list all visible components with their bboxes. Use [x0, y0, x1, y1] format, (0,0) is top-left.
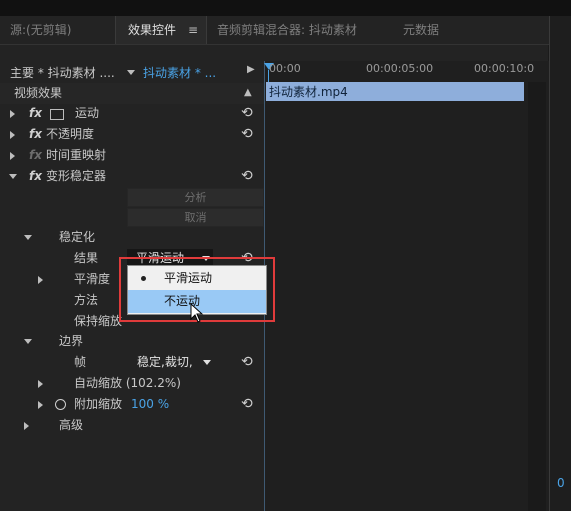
reset-motion-icon[interactable]: ⟲ [241, 103, 253, 124]
panel-menu-icon[interactable]: ≡ [188, 16, 198, 44]
show-timeline-arrow-icon[interactable]: ▶ [247, 64, 255, 75]
tab-effect-controls-label: 效果控件 [128, 23, 177, 37]
framing-select-chevron-down-icon [203, 360, 211, 365]
timeline-scroll-track[interactable] [528, 82, 546, 511]
reset-opacity-icon[interactable]: ⟲ [241, 124, 253, 145]
collapse-warp-stabilizer-icon[interactable] [9, 174, 17, 179]
effect-row-opacity[interactable]: fx 不透明度 ⟲ [0, 124, 264, 145]
transform-box-icon[interactable] [50, 109, 64, 120]
additional-scale-row: 附加缩放 100 % ⟲ [0, 394, 264, 415]
collapse-up-icon[interactable]: ▲ [244, 82, 252, 103]
collapse-stabilization-icon[interactable] [24, 235, 32, 240]
adjacent-panel-edge: 0 [549, 16, 571, 511]
motion-label: 运动 [75, 106, 100, 120]
sequence-clip-label[interactable]: 抖动素材 * ... [143, 64, 216, 81]
expand-auto-scale-icon[interactable] [38, 380, 43, 388]
tab-audio-clip-mixer[interactable]: 音频剪辑混合器: 抖动素材 [217, 16, 357, 44]
advanced-group[interactable]: 高级 [0, 415, 264, 436]
video-effects-header: 视频效果 ▲ [0, 83, 264, 104]
time-remap-label: 时间重映射 [46, 148, 107, 162]
fx-toggle-opacity[interactable]: fx [29, 124, 42, 145]
ruler-time-end: 00:00:10:0 [474, 62, 535, 75]
expand-opacity-icon[interactable] [10, 131, 15, 139]
method-label: 方法 [74, 293, 99, 307]
additional-scale-label: 附加缩放 [74, 397, 123, 411]
framing-row: 帧 稳定,裁切, ⟲ [0, 352, 264, 373]
tab-source[interactable]: 源:(无剪辑) [10, 16, 71, 44]
fx-toggle-time-remap: fx [29, 148, 42, 162]
fx-toggle-warp-stabilizer[interactable]: fx [29, 166, 42, 187]
result-label: 结果 [74, 251, 99, 265]
timeline-clip-name: 抖动素材.mp4 [269, 85, 348, 99]
smoothness-label: 平滑度 [74, 272, 111, 286]
panel-tab-bar: 源:(无剪辑) 效果控件 ≡ 音频剪辑混合器: 抖动素材 元数据 节 [0, 16, 571, 45]
borders-label: 边界 [59, 334, 84, 348]
video-effects-label: 视频效果 [14, 86, 63, 100]
master-clip-label[interactable]: 主要 * 抖动素材 .... [10, 64, 115, 81]
framing-select-value: 稳定,裁切, [137, 355, 193, 369]
borders-group[interactable]: 边界 [0, 331, 264, 352]
mouse-cursor-icon [190, 303, 204, 323]
reset-additional-scale-icon[interactable]: ⟲ [241, 394, 253, 415]
ruler-time-start: 00:00 [269, 62, 301, 75]
preserve-scale-label: 保持缩放 [74, 314, 123, 328]
framing-label: 帧 [74, 355, 87, 369]
auto-scale-row: 自动缩放 (102.2%) [0, 373, 264, 394]
advanced-label: 高级 [59, 418, 84, 432]
expand-smoothness-icon[interactable] [38, 276, 43, 284]
effect-row-motion[interactable]: fx 运动 ⟲ [0, 103, 264, 124]
stabilization-group[interactable]: 稳定化 [0, 227, 264, 248]
reset-framing-icon[interactable]: ⟲ [241, 352, 253, 373]
stopwatch-icon[interactable] [55, 399, 66, 410]
additional-scale-value[interactable]: 100 % [131, 394, 169, 415]
expand-additional-scale-icon[interactable] [38, 401, 43, 409]
collapse-borders-icon[interactable] [24, 339, 32, 344]
effect-timeline-view [264, 61, 549, 511]
analyze-button[interactable]: 分析 [127, 188, 264, 207]
warp-stabilizer-label: 变形稳定器 [46, 169, 107, 183]
expand-advanced-icon[interactable] [24, 422, 29, 430]
expand-time-remap-icon[interactable] [10, 152, 15, 160]
tab-metadata[interactable]: 元数据 [403, 16, 439, 44]
opacity-label: 不透明度 [46, 127, 95, 141]
fx-toggle-motion[interactable]: fx [29, 103, 42, 124]
adjacent-panel-digit: 0 [557, 476, 565, 490]
expand-motion-icon[interactable] [10, 110, 15, 118]
timeline-clip[interactable]: 抖动素材.mp4 [266, 82, 524, 101]
master-clip-dropdown-icon[interactable] [127, 70, 135, 75]
stabilization-label: 稳定化 [59, 230, 96, 244]
auto-scale-label: 自动缩放 (102.2%) [74, 376, 181, 390]
ruler-time-mid: 00:00:05:00 [366, 62, 434, 75]
framing-select[interactable]: 稳定,裁切, [131, 353, 215, 371]
cancel-button[interactable]: 取消 [127, 208, 264, 227]
reset-warp-stabilizer-icon[interactable]: ⟲ [241, 166, 253, 187]
top-strip [0, 0, 571, 16]
effect-row-warp-stabilizer[interactable]: fx 变形稳定器 ⟲ [0, 166, 264, 187]
clip-selector-bar: 主要 * 抖动素材 .... 抖动素材 * ... ▶ [0, 61, 264, 83]
tab-effect-controls[interactable]: 效果控件 ≡ [115, 16, 207, 44]
effect-row-time-remapping[interactable]: fx 时间重映射 [0, 145, 264, 166]
